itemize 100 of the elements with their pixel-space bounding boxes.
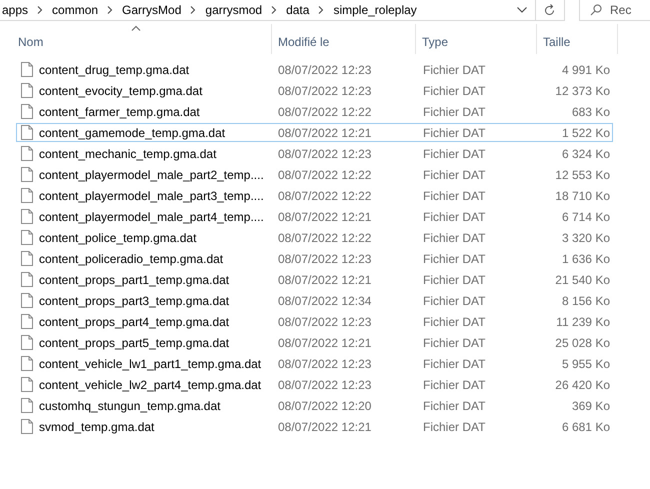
file-row[interactable]: content_props_part4_temp.gma.dat 08/07/2022 12:23 Fichier DAT 11 239 Ko xyxy=(16,312,613,331)
column-header[interactable]: Nom xyxy=(0,24,272,54)
file-name[interactable]: content_props_part5_temp.gma.dat xyxy=(39,336,230,350)
file-size: 6 324 Ko xyxy=(560,146,611,160)
column-header[interactable]: Type xyxy=(416,24,537,54)
file-type: Fichier DAT xyxy=(422,230,486,244)
refresh-button[interactable] xyxy=(536,0,565,21)
breadcrumb[interactable]: simple_roleplay xyxy=(331,3,419,17)
search-icon xyxy=(590,4,602,16)
file-type: Fichier DAT xyxy=(422,252,486,266)
file-icon xyxy=(21,188,33,203)
file-name[interactable]: content_vehicle_lw2_part4_temp.gma.dat xyxy=(39,378,262,392)
file-type: Fichier DAT xyxy=(422,146,486,160)
file-icon xyxy=(21,356,33,371)
modified-date: 08/07/2022 12:23 xyxy=(277,252,372,266)
file-row[interactable]: content_props_part1_temp.gma.dat 08/07/2022 12:21 Fichier DAT 21 540 Ko xyxy=(16,270,613,289)
file-size: 5 955 Ko xyxy=(560,356,611,370)
file-size: 6 681 Ko xyxy=(560,420,611,434)
modified-date: 08/07/2022 12:21 xyxy=(277,126,372,140)
file-icon xyxy=(21,146,33,161)
file-name[interactable]: content_police_temp.gma.dat xyxy=(39,230,196,244)
file-size: 4 991 Ko xyxy=(560,62,611,76)
file-name[interactable]: content_playermodel_male_part3_temp.... xyxy=(39,188,264,202)
file-name[interactable]: content_props_part3_temp.gma.dat xyxy=(39,294,230,308)
breadcrumb[interactable]: garrysmod xyxy=(203,3,264,17)
file-row[interactable]: customhq_stungun_temp.gma.dat 08/07/2022 12:20 Fichier DAT 369 Ko xyxy=(16,396,613,415)
file-type: Fichier DAT xyxy=(422,168,486,182)
chevron-icon xyxy=(317,6,326,14)
modified-date: 08/07/2022 12:23 xyxy=(277,84,372,98)
file-name[interactable]: content_playermodel_male_part4_temp.... xyxy=(39,210,264,224)
breadcrumb[interactable]: data xyxy=(284,3,312,17)
sort-caret-icon xyxy=(130,25,140,31)
file-type: Fichier DAT xyxy=(422,84,486,98)
file-icon xyxy=(21,62,33,77)
file-size: 3 320 Ko xyxy=(560,230,611,244)
file-name[interactable]: content_drug_temp.gma.dat xyxy=(39,62,190,76)
file-row[interactable]: content_gamemode_temp.gma.dat 08/07/2022 12:21 Fichier DAT 1 522 Ko xyxy=(16,123,613,142)
modified-date: 08/07/2022 12:22 xyxy=(277,104,372,118)
modified-date: 08/07/2022 12:22 xyxy=(277,230,372,244)
file-size: 6 714 Ko xyxy=(560,210,611,224)
file-icon xyxy=(21,104,33,119)
file-row[interactable]: content_vehicle_lw2_part4_temp.gma.dat 08/07/2022 12:23 Fichier DAT 26 420 Ko xyxy=(16,375,613,394)
file-row[interactable]: content_props_part5_temp.gma.dat 08/07/2022 12:21 Fichier DAT 25 028 Ko xyxy=(16,333,613,352)
file-name[interactable]: content_playermodel_male_part2_temp.... xyxy=(39,168,264,182)
address-bar[interactable]: apps common GarrysMod garrysmod data simple_roleplay xyxy=(0,0,536,21)
file-size: 683 Ko xyxy=(570,104,611,118)
file-type: Fichier DAT xyxy=(422,104,486,118)
file-name[interactable]: content_vehicle_lw1_part1_temp.gma.dat xyxy=(39,356,262,370)
file-type: Fichier DAT xyxy=(422,188,486,202)
breadcrumb[interactable]: apps xyxy=(0,3,30,17)
file-type: Fichier DAT xyxy=(422,210,486,224)
file-name[interactable]: content_mechanic_temp.gma.dat xyxy=(39,146,216,160)
file-name[interactable]: content_gamemode_temp.gma.dat xyxy=(39,126,226,140)
file-row[interactable]: svmod_temp.gma.dat 08/07/2022 12:21 Fichier DAT 6 681 Ko xyxy=(16,417,613,436)
file-row[interactable]: content_props_part3_temp.gma.dat 08/07/2022 12:34 Fichier DAT 8 156 Ko xyxy=(16,291,613,310)
file-row[interactable]: content_mechanic_temp.gma.dat 08/07/2022 12:23 Fichier DAT 6 324 Ko xyxy=(16,144,613,163)
modified-date: 08/07/2022 12:22 xyxy=(277,188,372,202)
file-type: Fichier DAT xyxy=(422,62,486,76)
chevron-icon xyxy=(36,6,44,14)
file-row[interactable]: content_police_temp.gma.dat 08/07/2022 12:22 Fichier DAT 3 320 Ko xyxy=(16,228,613,247)
modified-date: 08/07/2022 12:23 xyxy=(277,378,372,392)
modified-date: 08/07/2022 12:23 xyxy=(277,314,372,328)
file-name[interactable]: content_farmer_temp.gma.dat xyxy=(39,104,200,118)
breadcrumb[interactable]: GarrysMod xyxy=(120,3,184,17)
file-icon xyxy=(21,293,33,308)
file-row[interactable]: content_vehicle_lw1_part1_temp.gma.dat 08/07/2022 12:23 Fichier DAT 5 955 Ko xyxy=(16,354,613,373)
refresh-icon xyxy=(544,4,556,16)
file-type: Fichier DAT xyxy=(422,294,486,308)
file-icon xyxy=(21,335,33,350)
file-icon xyxy=(21,419,33,434)
file-name[interactable]: content_props_part1_temp.gma.dat xyxy=(39,272,230,286)
file-size: 12 373 Ko xyxy=(554,84,611,98)
file-row[interactable]: content_playermodel_male_part2_temp.... 08/07/2022 12:22 Fichier DAT 12 553 Ko xyxy=(16,165,613,184)
column-header[interactable]: Modifié le xyxy=(272,24,416,54)
file-name[interactable]: content_policeradio_temp.gma.dat xyxy=(39,252,224,266)
file-row[interactable]: content_playermodel_male_part4_temp.... 08/07/2022 12:21 Fichier DAT 6 714 Ko xyxy=(16,207,613,226)
modified-date: 08/07/2022 12:23 xyxy=(277,146,372,160)
file-row[interactable]: content_evocity_temp.gma.dat 08/07/2022 12:23 Fichier DAT 12 373 Ko xyxy=(16,81,613,100)
file-size: 21 540 Ko xyxy=(554,272,611,286)
modified-date: 08/07/2022 12:21 xyxy=(277,420,372,434)
file-type: Fichier DAT xyxy=(422,336,486,350)
breadcrumb[interactable]: common xyxy=(50,3,100,17)
file-name[interactable]: svmod_temp.gma.dat xyxy=(39,420,154,434)
file-name[interactable]: customhq_stungun_temp.gma.dat xyxy=(39,398,220,412)
file-icon xyxy=(21,314,33,329)
file-name[interactable]: content_evocity_temp.gma.dat xyxy=(39,84,202,98)
file-type: Fichier DAT xyxy=(422,314,486,328)
file-size: 8 156 Ko xyxy=(560,294,611,308)
file-name[interactable]: content_props_part4_temp.gma.dat xyxy=(39,314,230,328)
file-size: 12 553 Ko xyxy=(554,168,611,182)
file-row[interactable]: content_drug_temp.gma.dat 08/07/2022 12:23 Fichier DAT 4 991 Ko xyxy=(16,60,613,79)
dropdown-icon[interactable] xyxy=(516,7,527,13)
file-size: 26 420 Ko xyxy=(554,378,611,392)
file-row[interactable]: content_playermodel_male_part3_temp.... 08/07/2022 12:22 Fichier DAT 18 710 Ko xyxy=(16,186,613,205)
modified-date: 08/07/2022 12:21 xyxy=(277,272,372,286)
file-row[interactable]: content_farmer_temp.gma.dat 08/07/2022 12:22 Fichier DAT 683 Ko xyxy=(16,102,613,121)
file-icon xyxy=(21,167,33,182)
file-type: Fichier DAT xyxy=(422,398,486,412)
file-row[interactable]: content_policeradio_temp.gma.dat 08/07/2022 12:23 Fichier DAT 1 636 Ko xyxy=(16,249,613,268)
column-header[interactable]: Taille xyxy=(537,24,618,54)
